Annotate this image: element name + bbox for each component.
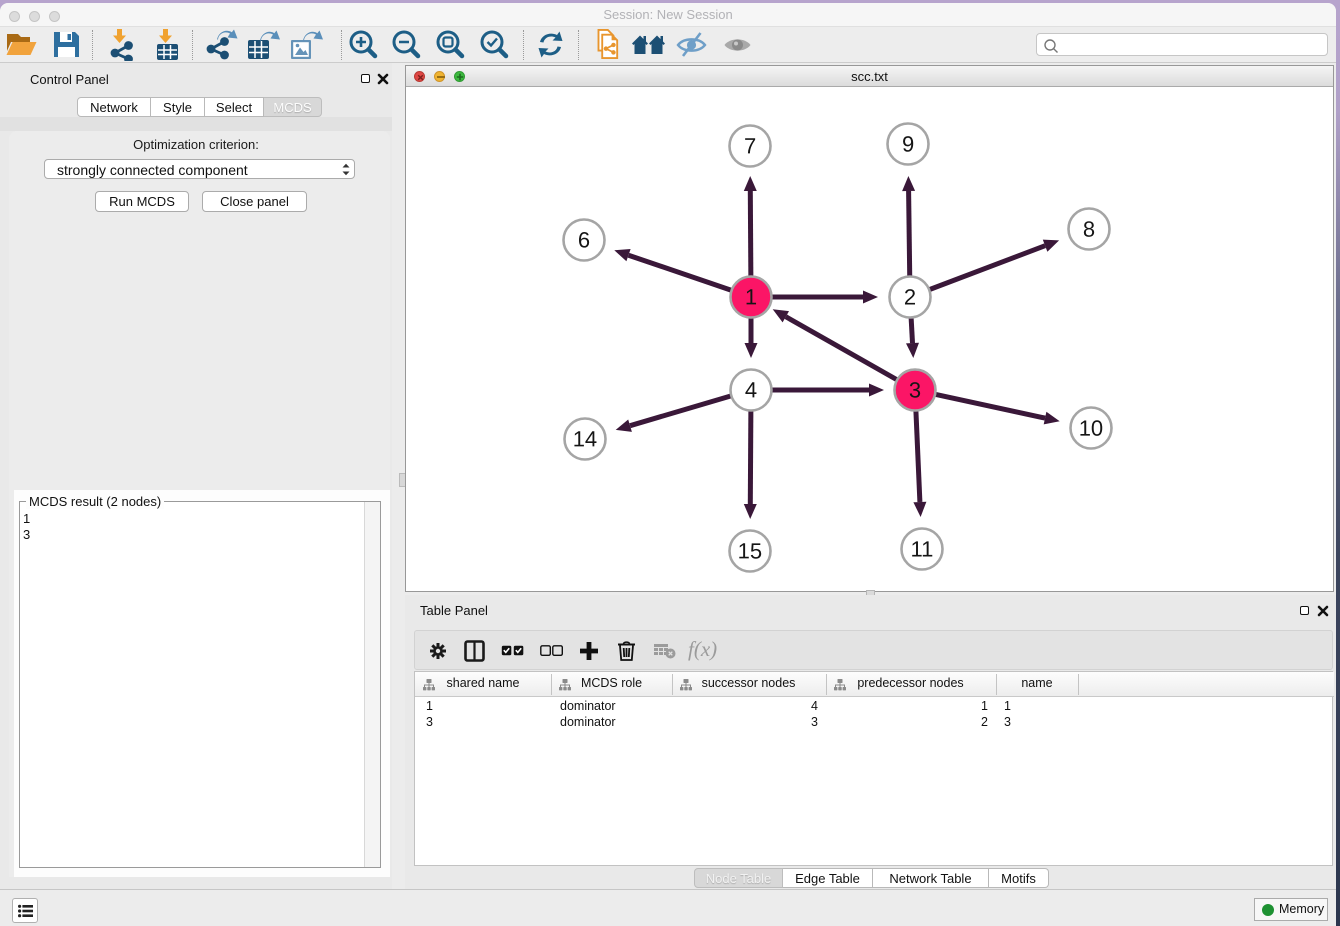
svg-text:10: 10 — [1079, 416, 1103, 441]
svg-text:1: 1 — [745, 284, 757, 309]
svg-text:6: 6 — [578, 227, 590, 252]
svg-text:11: 11 — [910, 537, 933, 562]
svg-text:9: 9 — [902, 132, 914, 157]
svg-text:7: 7 — [744, 133, 756, 158]
svg-text:3: 3 — [909, 378, 921, 403]
svg-text:15: 15 — [738, 538, 762, 563]
svg-text:14: 14 — [573, 426, 597, 451]
svg-text:8: 8 — [1083, 217, 1095, 242]
svg-text:2: 2 — [904, 285, 916, 310]
svg-text:4: 4 — [745, 377, 757, 402]
